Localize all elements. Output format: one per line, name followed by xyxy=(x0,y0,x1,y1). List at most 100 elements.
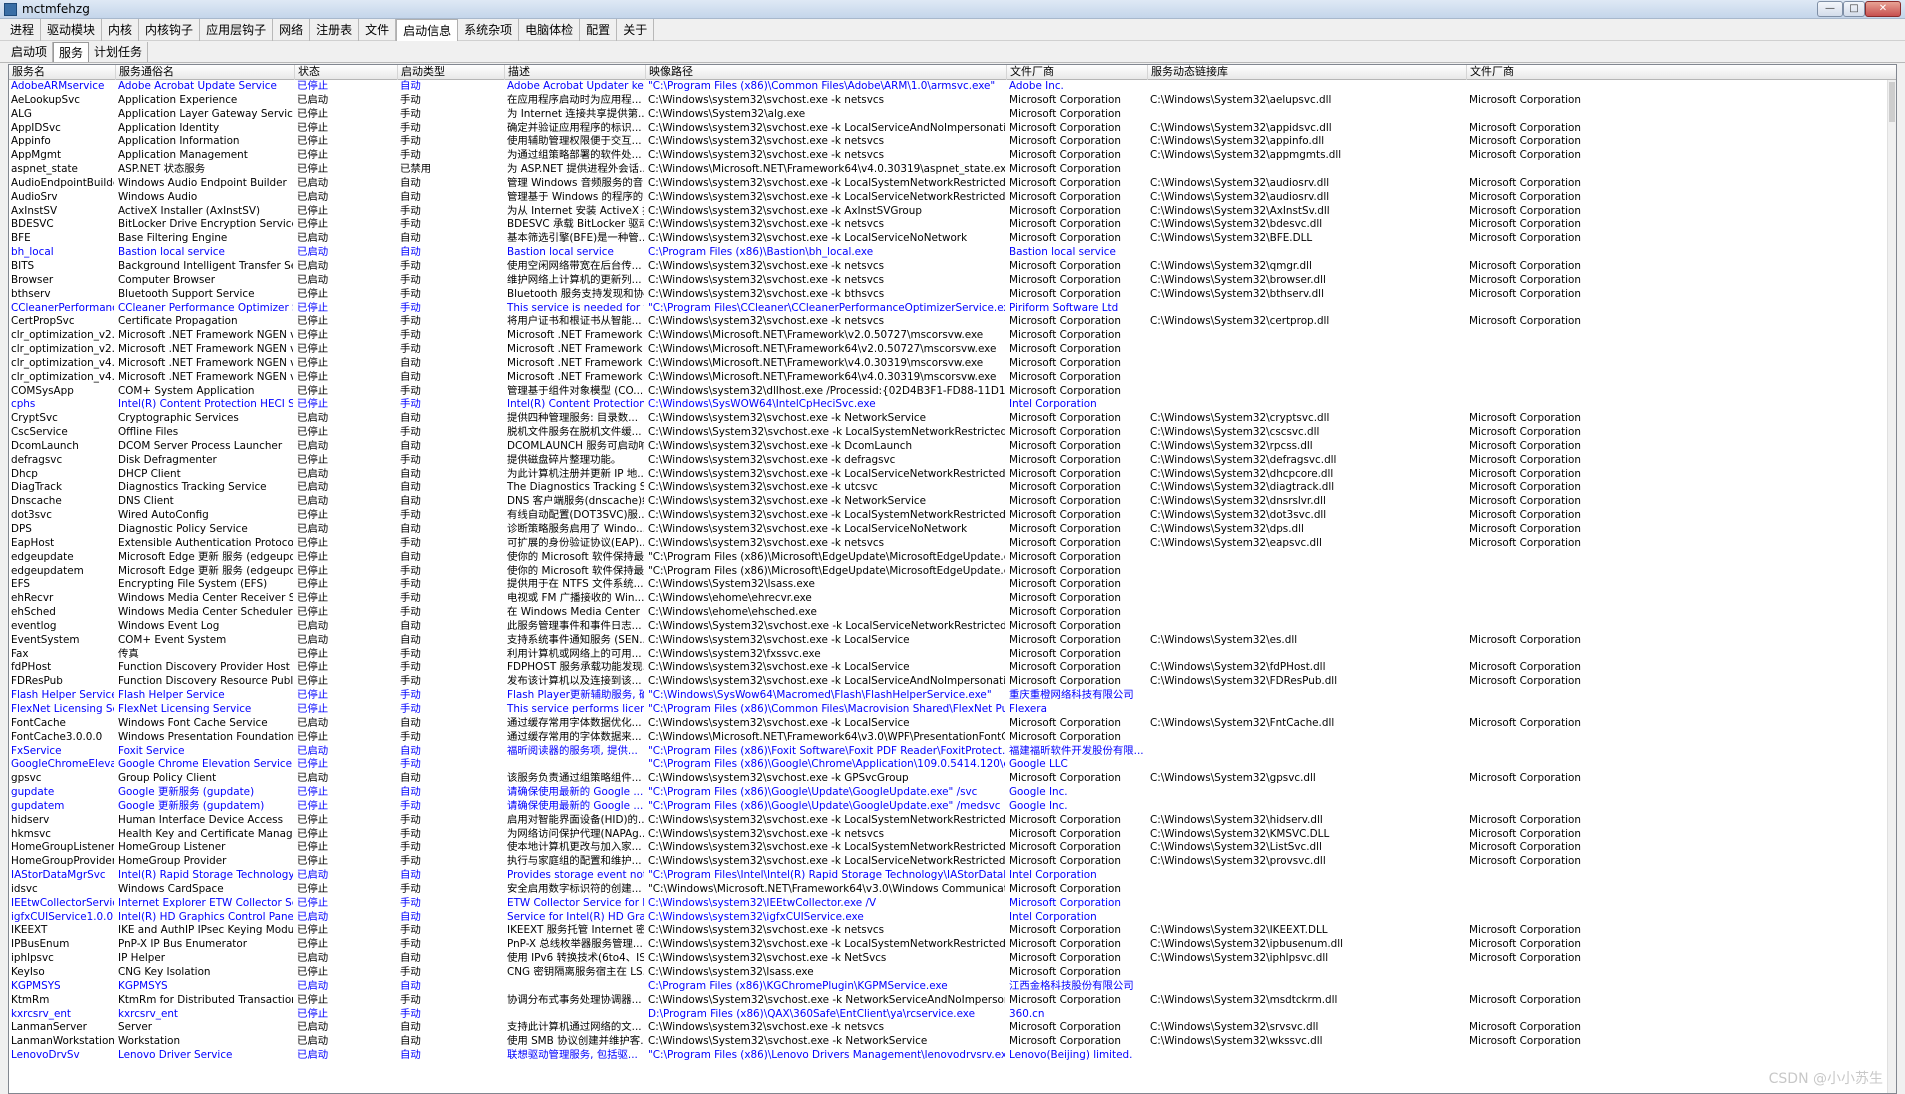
table-row[interactable]: GoogleChromeElevatio... Google Chrome Ele… xyxy=(9,758,1889,772)
table-row[interactable]: clr_optimization_v4.0.... Microsoft .NET … xyxy=(9,357,1889,371)
table-row[interactable]: clr_optimization_v2.0.... Microsoft .NET … xyxy=(9,343,1889,357)
table-row[interactable]: AppIDSvc Application Identity 已停止 手动 确定并验证应用… xyxy=(9,122,1889,136)
table-row[interactable]: HomeGroupProvider HomeGroup Provider 已停止 手动… xyxy=(9,855,1889,869)
table-row[interactable]: KeyIso CNG Key Isolation 已停止 手动 CNG 密钥隔离服务宿主… xyxy=(9,966,1889,980)
tab-2[interactable]: 内核 xyxy=(102,18,140,41)
table-row[interactable]: IAStorDataMgrSvc Intel(R) Rapid Storage T… xyxy=(9,869,1889,883)
table-row[interactable]: Dnscache DNS Client 已启动 自动 DNS 客户端服务(dnscach… xyxy=(9,495,1889,509)
table-row[interactable]: bthserv Bluetooth Support Service 已停止 手动 Blu… xyxy=(9,288,1889,302)
table-row[interactable]: gupdate Google 更新服务 (gupdate) 已停止 自动 请确保使用最新… xyxy=(9,786,1889,800)
table-row[interactable]: eventlog Windows Event Log 已启动 自动 此服务管理事件和事件… xyxy=(9,620,1889,634)
table-row[interactable]: AudioEndpointBuilder Windows Audio Endpoi… xyxy=(9,177,1889,191)
table-row[interactable]: BFE Base Filtering Engine 已启动 自动 基本筛选引擎(BFE)… xyxy=(9,232,1889,246)
table-row[interactable]: fdPHost Function Discovery Provider Host 已… xyxy=(9,661,1889,675)
column-header-3[interactable]: 启动类型 xyxy=(398,65,505,80)
table-row[interactable]: DiagTrack Diagnostics Tracking Service 已启动… xyxy=(9,481,1889,495)
table-row[interactable]: HomeGroupListener HomeGroup Listener 已停止 手动… xyxy=(9,841,1889,855)
table-row[interactable]: KtmRm KtmRm for Distributed Transaction C… xyxy=(9,994,1889,1008)
table-row[interactable]: edgeupdate Microsoft Edge 更新 服务 (edgeupda… xyxy=(9,551,1889,565)
table-row[interactable]: EapHost Extensible Authentication Protoco… xyxy=(9,537,1889,551)
table-row[interactable]: AeLookupSvc Application Experience 已启动 手动 在应… xyxy=(9,94,1889,108)
table-row[interactable]: ehSched Windows Media Center Scheduler Se… xyxy=(9,606,1889,620)
table-row[interactable]: CCleanerPerformance... CCleaner Performan… xyxy=(9,302,1889,316)
table-row[interactable]: FontCache Windows Font Cache Service 已启动 自动… xyxy=(9,717,1889,731)
column-header-7[interactable]: 服务动态链接库 xyxy=(1148,65,1467,80)
column-header-6[interactable]: 文件厂商 xyxy=(1007,65,1148,80)
table-row[interactable]: IEEtwCollectorService Internet Explorer E… xyxy=(9,897,1889,911)
table-row[interactable]: idsvc Windows CardSpace 已停止 手动 安全启用数字标识符的创建.… xyxy=(9,883,1889,897)
table-row[interactable]: COMSysApp COM+ System Application 已停止 手动 管理基… xyxy=(9,385,1889,399)
services-list[interactable]: 服务名 服务通俗名 状态 启动类型 描述 映像路径 文件厂商 服务动态链接库 文件厂商 Adob… xyxy=(8,64,1897,1094)
table-row[interactable]: AudioSrv Windows Audio 已启动 自动 管理基于 Windows 的… xyxy=(9,191,1889,205)
table-row[interactable]: edgeupdatem Microsoft Edge 更新 服务 (edgeupd… xyxy=(9,565,1889,579)
table-row[interactable]: defragsvc Disk Defragmenter 已停止 手动 提供磁盘碎片整理功… xyxy=(9,454,1889,468)
table-row[interactable]: CscService Offline Files 已停止 手动 脱机文件服务在脱机文件缓… xyxy=(9,426,1889,440)
table-row[interactable]: BITS Background Intelligent Transfer Serv… xyxy=(9,260,1889,274)
table-row[interactable]: gpsvc Group Policy Client 已启动 自动 该服务负责通过组策略组… xyxy=(9,772,1889,786)
table-row[interactable]: FDResPub Function Discovery Resource Publ… xyxy=(9,675,1889,689)
table-row[interactable]: Flash Helper Service Flash Helper Service… xyxy=(9,689,1889,703)
table-row[interactable]: IKEEXT IKE and AuthIP IPsec Keying Module… xyxy=(9,924,1889,938)
scrollbar-thumb[interactable] xyxy=(1889,82,1895,122)
table-row[interactable]: hkmsvc Health Key and Certificate Managem… xyxy=(9,828,1889,842)
column-header-5[interactable]: 映像路径 xyxy=(646,65,1007,80)
close-button[interactable]: ✕ xyxy=(1865,1,1901,17)
tab-5[interactable]: 网络 xyxy=(273,18,311,41)
tab-1[interactable]: 驱动模块 xyxy=(41,18,103,41)
maximize-button[interactable]: □ xyxy=(1843,1,1865,17)
tab-0[interactable]: 进程 xyxy=(4,18,42,41)
table-row[interactable]: clr_optimization_v4.0.... Microsoft .NET … xyxy=(9,371,1889,385)
column-header-2[interactable]: 状态 xyxy=(295,65,398,80)
table-row[interactable]: DcomLaunch DCOM Server Process Launcher 已启… xyxy=(9,440,1889,454)
tab-10[interactable]: 电脑体检 xyxy=(519,18,581,41)
table-row[interactable]: clr_optimization_v2.0.... Microsoft .NET … xyxy=(9,329,1889,343)
table-row[interactable]: AxInstSV ActiveX Installer (AxInstSV) 已停止 手… xyxy=(9,205,1889,219)
tab-7[interactable]: 文件 xyxy=(359,18,397,41)
tab-8[interactable]: 启动信息 xyxy=(396,18,459,41)
table-row[interactable]: ehRecvr Windows Media Center Receiver Ser… xyxy=(9,592,1889,606)
table-row[interactable]: CryptSvc Cryptographic Services 已启动 自动 提供四种管… xyxy=(9,412,1889,426)
column-header-8[interactable]: 文件厂商 xyxy=(1467,65,1896,80)
table-row[interactable]: Browser Computer Browser 已启动 手动 维护网络上计算机的更新列… xyxy=(9,274,1889,288)
vertical-scrollbar[interactable] xyxy=(1887,80,1896,1093)
table-row[interactable]: cphs Intel(R) Content Protection HECI Ser… xyxy=(9,398,1889,412)
table-row[interactable]: LenovoDrvSv Lenovo Driver Service 已启动 自动 联想驱… xyxy=(9,1049,1889,1063)
table-row[interactable]: KGPMSYS KGPMSYS 已启动 自动 C:\Program Files (x86… xyxy=(9,980,1889,994)
column-header-1[interactable]: 服务通俗名 xyxy=(116,65,295,80)
table-row[interactable]: FlexNet Licensing Service FlexNet Licensi… xyxy=(9,703,1889,717)
subtab-2[interactable]: 计划任务 xyxy=(89,41,149,62)
table-row[interactable]: iphlpsvc IP Helper 已启动 自动 使用 IPv6 转换技术(6to4、… xyxy=(9,952,1889,966)
tab-6[interactable]: 注册表 xyxy=(310,18,360,41)
column-header-0[interactable]: 服务名 xyxy=(9,65,116,80)
table-row[interactable]: BDESVC BitLocker Drive Encryption Service… xyxy=(9,218,1889,232)
table-row[interactable]: dot3svc Wired AutoConfig 已停止 手动 有线自动配置(DOT3S… xyxy=(9,509,1889,523)
table-row[interactable]: Appinfo Application Information 已停止 手动 使用辅助管… xyxy=(9,135,1889,149)
table-row[interactable]: LanmanWorkstation Workstation 已启动 自动 使用 SMB … xyxy=(9,1035,1889,1049)
table-row[interactable]: kxrcsrv_ent kxrcsrv_ent 已停止 手动 D:\Program Fi… xyxy=(9,1008,1889,1022)
table-row[interactable]: EFS Encrypting File System (EFS) 已停止 手动 提供用于… xyxy=(9,578,1889,592)
table-row[interactable]: gupdatem Google 更新服务 (gupdatem) 已停止 手动 请确保使用… xyxy=(9,800,1889,814)
column-header-4[interactable]: 描述 xyxy=(505,65,646,80)
table-row[interactable]: AppMgmt Application Management 已停止 手动 为通过组策略… xyxy=(9,149,1889,163)
tab-12[interactable]: 关于 xyxy=(617,18,655,41)
table-row[interactable]: LanmanServer Server 已启动 自动 支持此计算机通过网络的文... C:… xyxy=(9,1021,1889,1035)
table-row[interactable]: igfxCUIService1.0.0.0 Intel(R) HD Graphic… xyxy=(9,911,1889,925)
subtab-0[interactable]: 启动项 xyxy=(6,41,54,62)
tab-9[interactable]: 系统杂项 xyxy=(458,18,520,41)
table-row[interactable]: Fax 传真 已停止 手动 利用计算机或网络上的可用... C:\Windows\syst… xyxy=(9,648,1889,662)
table-row[interactable]: Dhcp DHCP Client 已启动 自动 为此计算机注册并更新 IP 地... C:… xyxy=(9,468,1889,482)
table-row[interactable]: DPS Diagnostic Policy Service 已启动 自动 诊断策略服务启… xyxy=(9,523,1889,537)
tab-4[interactable]: 应用层钩子 xyxy=(200,18,274,41)
tab-11[interactable]: 配置 xyxy=(580,18,618,41)
subtab-1[interactable]: 服务 xyxy=(53,41,90,62)
table-row[interactable]: AdobeARMservice Adobe Acrobat Update Serv… xyxy=(9,80,1889,94)
table-row[interactable]: aspnet_state ASP.NET 状态服务 已停止 已禁用 为 ASP.NET … xyxy=(9,163,1889,177)
table-row[interactable]: EventSystem COM+ Event System 已启动 自动 支持系统事件通… xyxy=(9,634,1889,648)
minimize-button[interactable]: — xyxy=(1817,1,1843,17)
table-row[interactable]: bh_local Bastion local service 已启动 自动 Bastio… xyxy=(9,246,1889,260)
table-row[interactable]: FxService Foxit Service 已启动 自动 福昕阅读器的服务项, 提供… xyxy=(9,745,1889,759)
table-row[interactable]: hidserv Human Interface Device Access 已停止 手… xyxy=(9,814,1889,828)
table-row[interactable]: CertPropSvc Certificate Propagation 已停止 手动 将… xyxy=(9,315,1889,329)
table-row[interactable]: IPBusEnum PnP-X IP Bus Enumerator 已停止 手动 PnP… xyxy=(9,938,1889,952)
table-row[interactable]: FontCache3.0.0.0 Windows Presentation Fou… xyxy=(9,731,1889,745)
